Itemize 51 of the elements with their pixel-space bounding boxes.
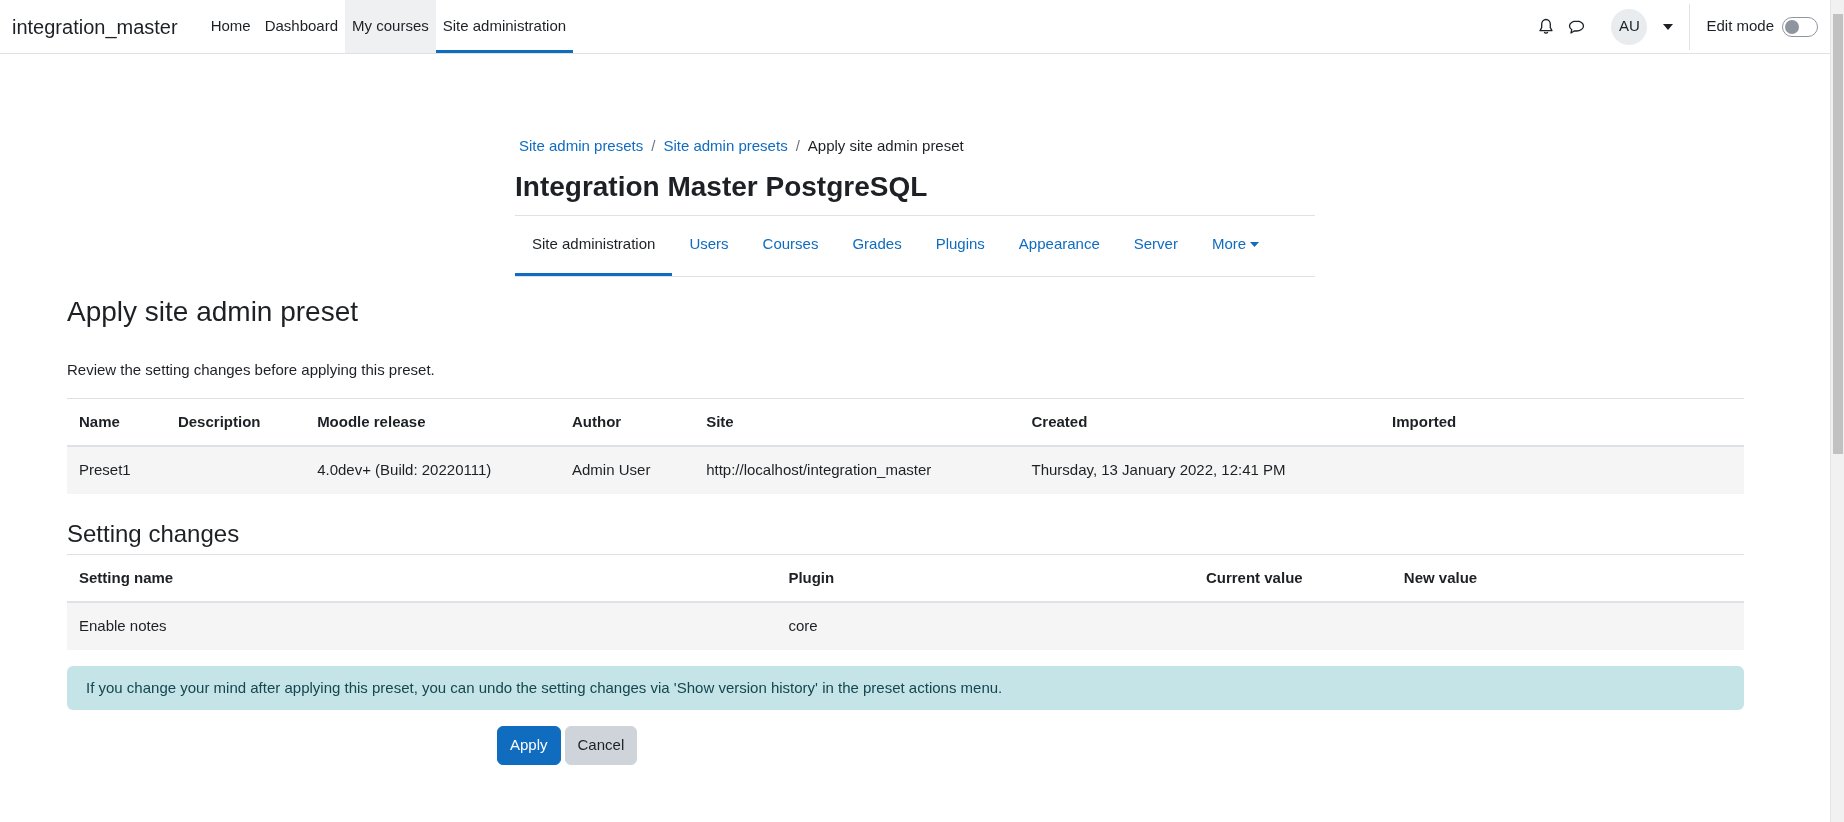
column-header: New value [1391, 555, 1744, 602]
table-cell: http://localhost/integration_master [706, 460, 932, 478]
table-cell: Admin User [572, 460, 651, 478]
table-cell: 4.0dev+ (Build: 20220111) [317, 460, 492, 478]
column-header: Moodle release [305, 398, 560, 446]
column-header: Setting name [67, 555, 777, 602]
nav-link[interactable]: Home [203, 0, 258, 53]
nav-tab[interactable]: Server [1116, 216, 1195, 277]
scrollbar-thumb[interactable] [1832, 14, 1843, 454]
column-header: Created [1019, 398, 1381, 446]
nav-tab[interactable]: Appearance [1001, 216, 1117, 277]
user-avatar[interactable]: AU [1611, 8, 1648, 45]
messages-chat-icon[interactable] [1568, 18, 1586, 35]
scrollbar[interactable] [1830, 0, 1844, 822]
breadcrumb-link[interactable]: Site admin presets [663, 135, 788, 158]
table-cell: Enable notes [79, 617, 167, 635]
cancel-button[interactable]: Cancel [564, 726, 638, 765]
intro-text: Review the setting changes before applying this preset. [67, 359, 436, 380]
column-header: Current value [1193, 555, 1392, 602]
nav-tab[interactable]: Courses [745, 216, 836, 277]
nav-link[interactable]: My courses [345, 0, 436, 53]
nav-tab[interactable]: Plugins [918, 216, 1002, 277]
table-cell: core [788, 617, 818, 635]
breadcrumb-separator: / [651, 136, 656, 156]
caret-icon [1250, 242, 1260, 248]
apply-button[interactable]: Apply [497, 726, 561, 765]
column-header: Plugin [776, 555, 1194, 602]
nav-link[interactable]: Dashboard [257, 0, 346, 53]
table-cell: Preset1 [79, 460, 131, 478]
column-header: Name [67, 398, 166, 446]
section-heading: Setting changes [67, 519, 241, 549]
column-header: Description [165, 398, 306, 446]
section-heading: Apply site admin preset [67, 295, 360, 329]
breadcrumb-separator: / [795, 136, 800, 156]
edit-mode-label: Edit mode [1706, 16, 1774, 37]
nav-tab[interactable]: Users [672, 216, 746, 277]
dropdown-tab[interactable]: More [1194, 216, 1277, 277]
nav-tab[interactable]: Grades [835, 216, 919, 277]
breadcrumb-link[interactable]: Site admin presets [519, 135, 644, 158]
table-cell: Thursday, 13 January 2022, 12:41 PM [1031, 460, 1286, 478]
info-alert: If you change your mind after applying this preset, you can undo the setting changes via 'Show version history' in the preset actions menu. [67, 666, 1744, 711]
nav-tab[interactable]: Site administration [515, 216, 673, 277]
column-header: Imported [1380, 398, 1744, 446]
caret-icon[interactable] [1663, 23, 1674, 30]
notifications-bell-icon[interactable] [1538, 18, 1555, 35]
breadcrumb-current: Apply site admin preset [807, 136, 964, 156]
column-header: Author [560, 398, 695, 446]
site-name-link[interactable]: integration_master [12, 11, 178, 42]
nav-link[interactable]: Site administration [435, 0, 574, 53]
column-header: Site [694, 398, 1020, 446]
page-title: Integration Master PostgreSQL [515, 169, 929, 204]
